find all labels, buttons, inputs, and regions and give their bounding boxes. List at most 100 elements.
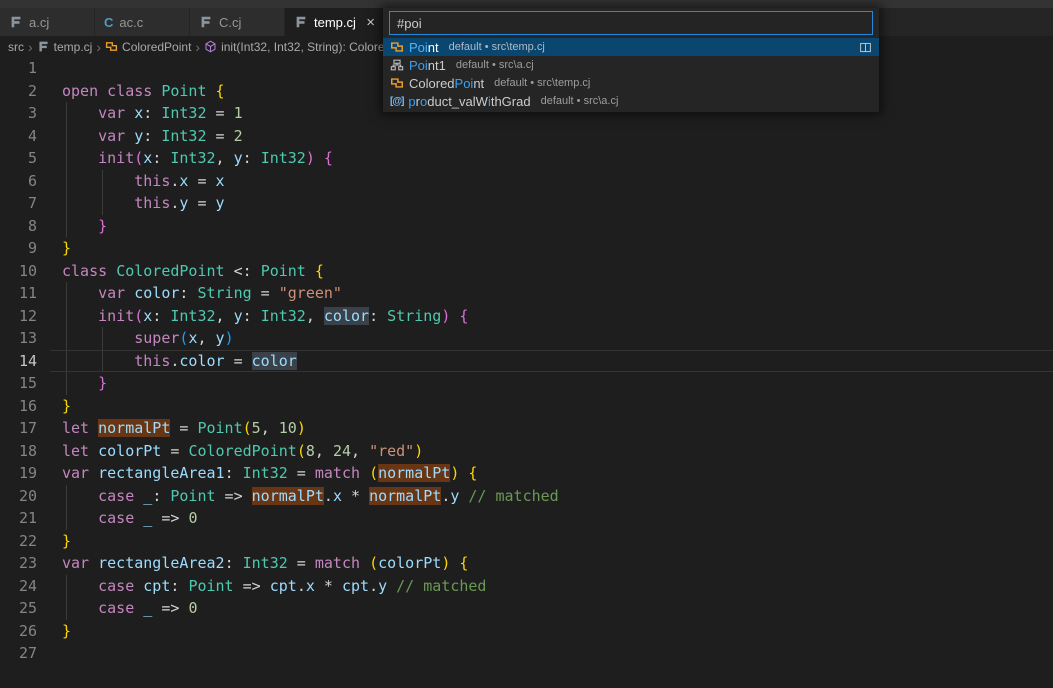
code-token: ,: [315, 442, 333, 460]
code-line[interactable]: 6 this.x = x: [0, 170, 1053, 193]
code-line[interactable]: 5 init(x: Int32, y: Int32) {: [0, 147, 1053, 170]
code-line[interactable]: 7 this.y = y: [0, 192, 1053, 215]
code-line[interactable]: 25 case _ => 0: [0, 597, 1053, 620]
code-token: ,: [216, 307, 234, 325]
quick-open-result-list: Pointdefault • src\temp.cjPoint1default …: [383, 38, 879, 110]
code-line[interactable]: 18let colorPt = ColoredPoint(8, 24, "red…: [0, 440, 1053, 463]
code-editor[interactable]: 12open class Point {3 var x: Int32 = 14 …: [0, 57, 1053, 665]
code-line[interactable]: 19var rectangleArea1: Int32 = match (nor…: [0, 462, 1053, 485]
code-text: case cpt: Point => cpt.x * cpt.y // matc…: [62, 575, 486, 598]
code-token: Point: [161, 82, 215, 100]
line-number: 6: [0, 170, 37, 193]
code-token: Int32: [243, 554, 288, 572]
code-line[interactable]: 14 this.color = color: [0, 350, 1053, 373]
code-token: [62, 127, 98, 145]
code-line[interactable]: 22}: [0, 530, 1053, 553]
quick-open-result[interactable]: [@]product_valWithGraddefault • src\a.cj: [383, 92, 879, 110]
tab-label: temp.cj: [314, 15, 356, 30]
code-text: var rectangleArea1: Int32 = match (norma…: [62, 462, 477, 485]
code-text: this.x = x: [62, 170, 225, 193]
split-editor-icon[interactable]: [859, 41, 872, 54]
breadcrumb-item[interactable]: temp.cj: [37, 40, 93, 54]
code-token: x: [306, 577, 315, 595]
indent-guide: [66, 170, 67, 193]
symbol-name: product_valWithGrad: [408, 94, 530, 109]
code-line[interactable]: 23var rectangleArea2: Int32 = match (col…: [0, 552, 1053, 575]
tab-a-cj[interactable]: a.cj: [0, 8, 95, 36]
code-line[interactable]: 16}: [0, 395, 1053, 418]
code-line[interactable]: 27: [0, 642, 1053, 665]
code-token: [62, 194, 134, 212]
close-icon[interactable]: ×: [366, 15, 375, 30]
code-line[interactable]: 15 }: [0, 372, 1053, 395]
symbol-name: ColoredPoint: [409, 76, 484, 91]
code-line[interactable]: 20 case _: Point => normalPt.x * normalP…: [0, 485, 1053, 508]
code-token: class: [62, 262, 116, 280]
code-token: case: [98, 599, 143, 617]
code-text: case _ => 0: [62, 597, 197, 620]
code-token: *: [342, 487, 369, 505]
code-line[interactable]: 17let normalPt = Point(5, 10): [0, 417, 1053, 440]
class-icon: [390, 76, 404, 90]
code-line[interactable]: 8 }: [0, 215, 1053, 238]
quick-open-widget: Pointdefault • src\temp.cjPoint1default …: [383, 8, 879, 112]
highlighted-token: color: [252, 352, 297, 370]
chevron-right-icon: ›: [94, 40, 103, 54]
code-token: :: [225, 554, 243, 572]
code-token: colorPt: [378, 554, 441, 572]
code-token: =: [188, 194, 215, 212]
quick-open-input[interactable]: [390, 16, 872, 31]
code-token: :: [152, 149, 170, 167]
code-token: (: [134, 149, 143, 167]
code-token: ): [225, 329, 234, 347]
code-token: y: [216, 194, 225, 212]
chevron-right-icon: ›: [26, 40, 35, 54]
code-token: cpt: [143, 577, 170, 595]
code-token: y: [378, 577, 387, 595]
line-number: 8: [0, 215, 37, 238]
code-line[interactable]: 12 init(x: Int32, y: Int32, color: Strin…: [0, 305, 1053, 328]
code-token: =: [225, 352, 252, 370]
code-line[interactable]: 26}: [0, 620, 1053, 643]
code-token: ColoredPoint: [188, 442, 296, 460]
line-number: 9: [0, 237, 37, 260]
code-text: init(x: Int32, y: Int32) {: [62, 147, 333, 170]
code-line[interactable]: 24 case cpt: Point => cpt.x * cpt.y // m…: [0, 575, 1053, 598]
code-text: }: [62, 620, 71, 643]
code-line[interactable]: 10class ColoredPoint <: Point {: [0, 260, 1053, 283]
code-token: {: [459, 307, 468, 325]
code-line[interactable]: 9}: [0, 237, 1053, 260]
code-token: [315, 149, 324, 167]
tab-temp-cj[interactable]: temp.cj ×: [285, 8, 385, 36]
code-token: var: [62, 464, 98, 482]
code-token: =: [170, 419, 197, 437]
breadcrumb-item[interactable]: src: [8, 40, 24, 54]
code-line[interactable]: 21 case _ => 0: [0, 507, 1053, 530]
code-token: color: [179, 352, 224, 370]
code-token: :: [225, 464, 243, 482]
code-token: let: [62, 419, 98, 437]
code-token: 0: [188, 599, 197, 617]
code-text: }: [62, 215, 107, 238]
code-text: }: [62, 237, 71, 260]
code-line[interactable]: 11 var color: String = "green": [0, 282, 1053, 305]
class-icon: [105, 40, 118, 53]
title-bar: [0, 0, 1053, 8]
quick-open-result[interactable]: Point1default • src\a.cj: [383, 56, 879, 74]
code-text: }: [62, 372, 107, 395]
highlighted-token: normalPt: [98, 419, 170, 437]
code-token: {: [468, 464, 477, 482]
breadcrumb-item[interactable]: ColoredPoint: [105, 40, 191, 54]
line-number: 26: [0, 620, 37, 643]
quick-open-result[interactable]: ColoredPointdefault • src\temp.cj: [383, 74, 879, 92]
code-token: var: [98, 284, 134, 302]
code-line[interactable]: 4 var y: Int32 = 2: [0, 125, 1053, 148]
tab-ac-c[interactable]: Cac.c: [95, 8, 190, 36]
code-token: case: [98, 487, 143, 505]
quick-open-result[interactable]: Pointdefault • src\temp.cj: [383, 38, 879, 56]
code-line[interactable]: 13 super(x, y): [0, 327, 1053, 350]
tab-C-cj[interactable]: C.cj: [190, 8, 285, 36]
code-token: =: [207, 127, 234, 145]
code-token: [62, 329, 134, 347]
code-token: x: [216, 172, 225, 190]
